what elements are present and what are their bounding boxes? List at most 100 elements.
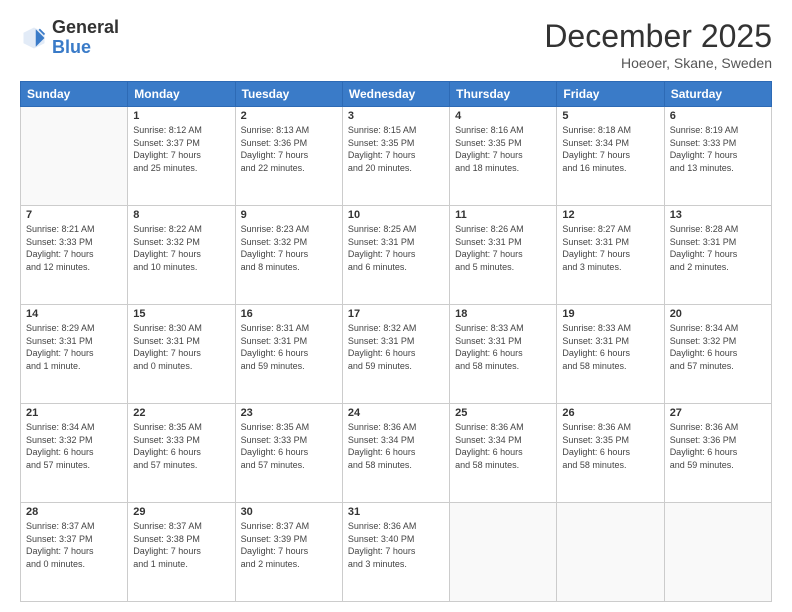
logo: General Blue xyxy=(20,18,119,58)
calendar-cell: 2 Sunrise: 8:13 AM Sunset: 3:36 PM Daylig… xyxy=(235,107,342,206)
calendar-cell: 28Sunrise: 8:37 AM Sunset: 3:37 PM Dayli… xyxy=(21,503,128,602)
calendar-cell: 17 Sunrise: 8:32 AM Sunset: 3:31 PM Dayli… xyxy=(342,305,449,404)
day-info: Sunrise: 8:37 AM Sunset: 3:38 PM Dayligh… xyxy=(133,520,229,570)
calendar-cell: 23 Sunrise: 8:35 AM Sunset: 3:33 PM Dayli… xyxy=(235,404,342,503)
day-info: Sunrise: 8:21 AM Sunset: 3:33 PM Dayligh… xyxy=(26,223,122,273)
day-info: Sunrise: 8:36 AM Sunset: 3:34 PM Dayligh… xyxy=(348,421,444,471)
day-number: 9 xyxy=(241,209,337,221)
calendar-cell: 9 Sunrise: 8:23 AM Sunset: 3:32 PM Daylig… xyxy=(235,206,342,305)
calendar-cell: 1 Sunrise: 8:12 AM Sunset: 3:37 PM Daylig… xyxy=(128,107,235,206)
calendar-cell: 4 Sunrise: 8:16 AM Sunset: 3:35 PM Daylig… xyxy=(450,107,557,206)
day-number: 8 xyxy=(133,209,229,221)
day-info: Sunrise: 8:22 AM Sunset: 3:32 PM Dayligh… xyxy=(133,223,229,273)
day-number: 19 xyxy=(562,308,658,320)
calendar-cell: 22 Sunrise: 8:35 AM Sunset: 3:33 PM Dayli… xyxy=(128,404,235,503)
calendar-cell: 3 Sunrise: 8:15 AM Sunset: 3:35 PM Daylig… xyxy=(342,107,449,206)
day-info: Sunrise: 8:31 AM Sunset: 3:31 PM Dayligh… xyxy=(241,322,337,372)
day-number: 20 xyxy=(670,308,766,320)
day-info: Sunrise: 8:37 AM Sunset: 3:39 PM Dayligh… xyxy=(241,520,337,570)
day-info: Sunrise: 8:16 AM Sunset: 3:35 PM Dayligh… xyxy=(455,124,551,174)
weekday-header-friday: Friday xyxy=(557,82,664,107)
weekday-header-monday: Monday xyxy=(128,82,235,107)
day-number: 5 xyxy=(562,110,658,122)
day-number: 15 xyxy=(133,308,229,320)
day-info: Sunrise: 8:30 AM Sunset: 3:31 PM Dayligh… xyxy=(133,322,229,372)
day-number: 23 xyxy=(241,407,337,419)
day-info: Sunrise: 8:12 AM Sunset: 3:37 PM Dayligh… xyxy=(133,124,229,174)
day-number: 2 xyxy=(241,110,337,122)
calendar-cell: 25 Sunrise: 8:36 AM Sunset: 3:34 PM Dayli… xyxy=(450,404,557,503)
day-number: 17 xyxy=(348,308,444,320)
logo-icon xyxy=(20,24,48,52)
calendar-cell: 29 Sunrise: 8:37 AM Sunset: 3:38 PM Dayli… xyxy=(128,503,235,602)
day-number: 10 xyxy=(348,209,444,221)
day-number: 29 xyxy=(133,506,229,518)
day-info: Sunrise: 8:36 AM Sunset: 3:36 PM Dayligh… xyxy=(670,421,766,471)
day-number: 31 xyxy=(348,506,444,518)
calendar-cell: 30 Sunrise: 8:37 AM Sunset: 3:39 PM Dayli… xyxy=(235,503,342,602)
day-info: Sunrise: 8:26 AM Sunset: 3:31 PM Dayligh… xyxy=(455,223,551,273)
calendar-cell: 20 Sunrise: 8:34 AM Sunset: 3:32 PM Dayli… xyxy=(664,305,771,404)
day-number: 1 xyxy=(133,110,229,122)
day-info: Sunrise: 8:29 AM Sunset: 3:31 PM Dayligh… xyxy=(26,322,122,372)
calendar-cell: 6 Sunrise: 8:19 AM Sunset: 3:33 PM Daylig… xyxy=(664,107,771,206)
calendar-cell xyxy=(21,107,128,206)
logo-text: General Blue xyxy=(52,18,119,58)
calendar-cell: 14 Sunrise: 8:29 AM Sunset: 3:31 PM Dayli… xyxy=(21,305,128,404)
day-number: 3 xyxy=(348,110,444,122)
day-info: Sunrise: 8:19 AM Sunset: 3:33 PM Dayligh… xyxy=(670,124,766,174)
day-number: 16 xyxy=(241,308,337,320)
calendar-cell xyxy=(664,503,771,602)
day-info: Sunrise: 8:36 AM Sunset: 3:40 PM Dayligh… xyxy=(348,520,444,570)
day-info: Sunrise: 8:34 AM Sunset: 3:32 PM Dayligh… xyxy=(670,322,766,372)
day-number: 21 xyxy=(26,407,122,419)
calendar-cell: 5 Sunrise: 8:18 AM Sunset: 3:34 PM Daylig… xyxy=(557,107,664,206)
week-row-4: 28Sunrise: 8:37 AM Sunset: 3:37 PM Dayli… xyxy=(21,503,772,602)
day-info: Sunrise: 8:35 AM Sunset: 3:33 PM Dayligh… xyxy=(133,421,229,471)
day-info: Sunrise: 8:25 AM Sunset: 3:31 PM Dayligh… xyxy=(348,223,444,273)
calendar-cell: 31 Sunrise: 8:36 AM Sunset: 3:40 PM Dayli… xyxy=(342,503,449,602)
calendar-cell: 26Sunrise: 8:36 AM Sunset: 3:35 PM Dayli… xyxy=(557,404,664,503)
logo-general: General xyxy=(52,18,119,38)
day-number: 11 xyxy=(455,209,551,221)
calendar-cell: 21 Sunrise: 8:34 AM Sunset: 3:32 PM Dayli… xyxy=(21,404,128,503)
day-number: 18 xyxy=(455,308,551,320)
calendar-cell: 8 Sunrise: 8:22 AM Sunset: 3:32 PM Daylig… xyxy=(128,206,235,305)
day-info: Sunrise: 8:23 AM Sunset: 3:32 PM Dayligh… xyxy=(241,223,337,273)
day-number: 14 xyxy=(26,308,122,320)
day-number: 27 xyxy=(670,407,766,419)
day-info: Sunrise: 8:13 AM Sunset: 3:36 PM Dayligh… xyxy=(241,124,337,174)
calendar-cell: 12 Sunrise: 8:27 AM Sunset: 3:31 PM Dayli… xyxy=(557,206,664,305)
day-info: Sunrise: 8:32 AM Sunset: 3:31 PM Dayligh… xyxy=(348,322,444,372)
calendar-table: SundayMondayTuesdayWednesdayThursdayFrid… xyxy=(20,81,772,602)
calendar-cell: 10 Sunrise: 8:25 AM Sunset: 3:31 PM Dayli… xyxy=(342,206,449,305)
location-title: Hoeoer, Skane, Sweden xyxy=(544,55,772,71)
weekday-header-thursday: Thursday xyxy=(450,82,557,107)
day-info: Sunrise: 8:34 AM Sunset: 3:32 PM Dayligh… xyxy=(26,421,122,471)
day-number: 13 xyxy=(670,209,766,221)
day-info: Sunrise: 8:35 AM Sunset: 3:33 PM Dayligh… xyxy=(241,421,337,471)
week-row-1: 7 Sunrise: 8:21 AM Sunset: 3:33 PM Daylig… xyxy=(21,206,772,305)
day-number: 30 xyxy=(241,506,337,518)
day-number: 22 xyxy=(133,407,229,419)
page: General Blue December 2025 Hoeoer, Skane… xyxy=(0,0,792,612)
day-number: 4 xyxy=(455,110,551,122)
weekday-header-sunday: Sunday xyxy=(21,82,128,107)
weekday-header-saturday: Saturday xyxy=(664,82,771,107)
week-row-2: 14 Sunrise: 8:29 AM Sunset: 3:31 PM Dayli… xyxy=(21,305,772,404)
day-number: 25 xyxy=(455,407,551,419)
day-info: Sunrise: 8:28 AM Sunset: 3:31 PM Dayligh… xyxy=(670,223,766,273)
day-number: 26 xyxy=(562,407,658,419)
title-block: December 2025 Hoeoer, Skane, Sweden xyxy=(544,18,772,71)
calendar-cell: 27 Sunrise: 8:36 AM Sunset: 3:36 PM Dayli… xyxy=(664,404,771,503)
week-row-3: 21 Sunrise: 8:34 AM Sunset: 3:32 PM Dayli… xyxy=(21,404,772,503)
day-number: 7 xyxy=(26,209,122,221)
day-info: Sunrise: 8:15 AM Sunset: 3:35 PM Dayligh… xyxy=(348,124,444,174)
day-info: Sunrise: 8:27 AM Sunset: 3:31 PM Dayligh… xyxy=(562,223,658,273)
day-info: Sunrise: 8:18 AM Sunset: 3:34 PM Dayligh… xyxy=(562,124,658,174)
calendar-cell: 15 Sunrise: 8:30 AM Sunset: 3:31 PM Dayli… xyxy=(128,305,235,404)
day-number: 6 xyxy=(670,110,766,122)
day-number: 12 xyxy=(562,209,658,221)
calendar-cell: 11 Sunrise: 8:26 AM Sunset: 3:31 PM Dayli… xyxy=(450,206,557,305)
day-info: Sunrise: 8:36 AM Sunset: 3:34 PM Dayligh… xyxy=(455,421,551,471)
